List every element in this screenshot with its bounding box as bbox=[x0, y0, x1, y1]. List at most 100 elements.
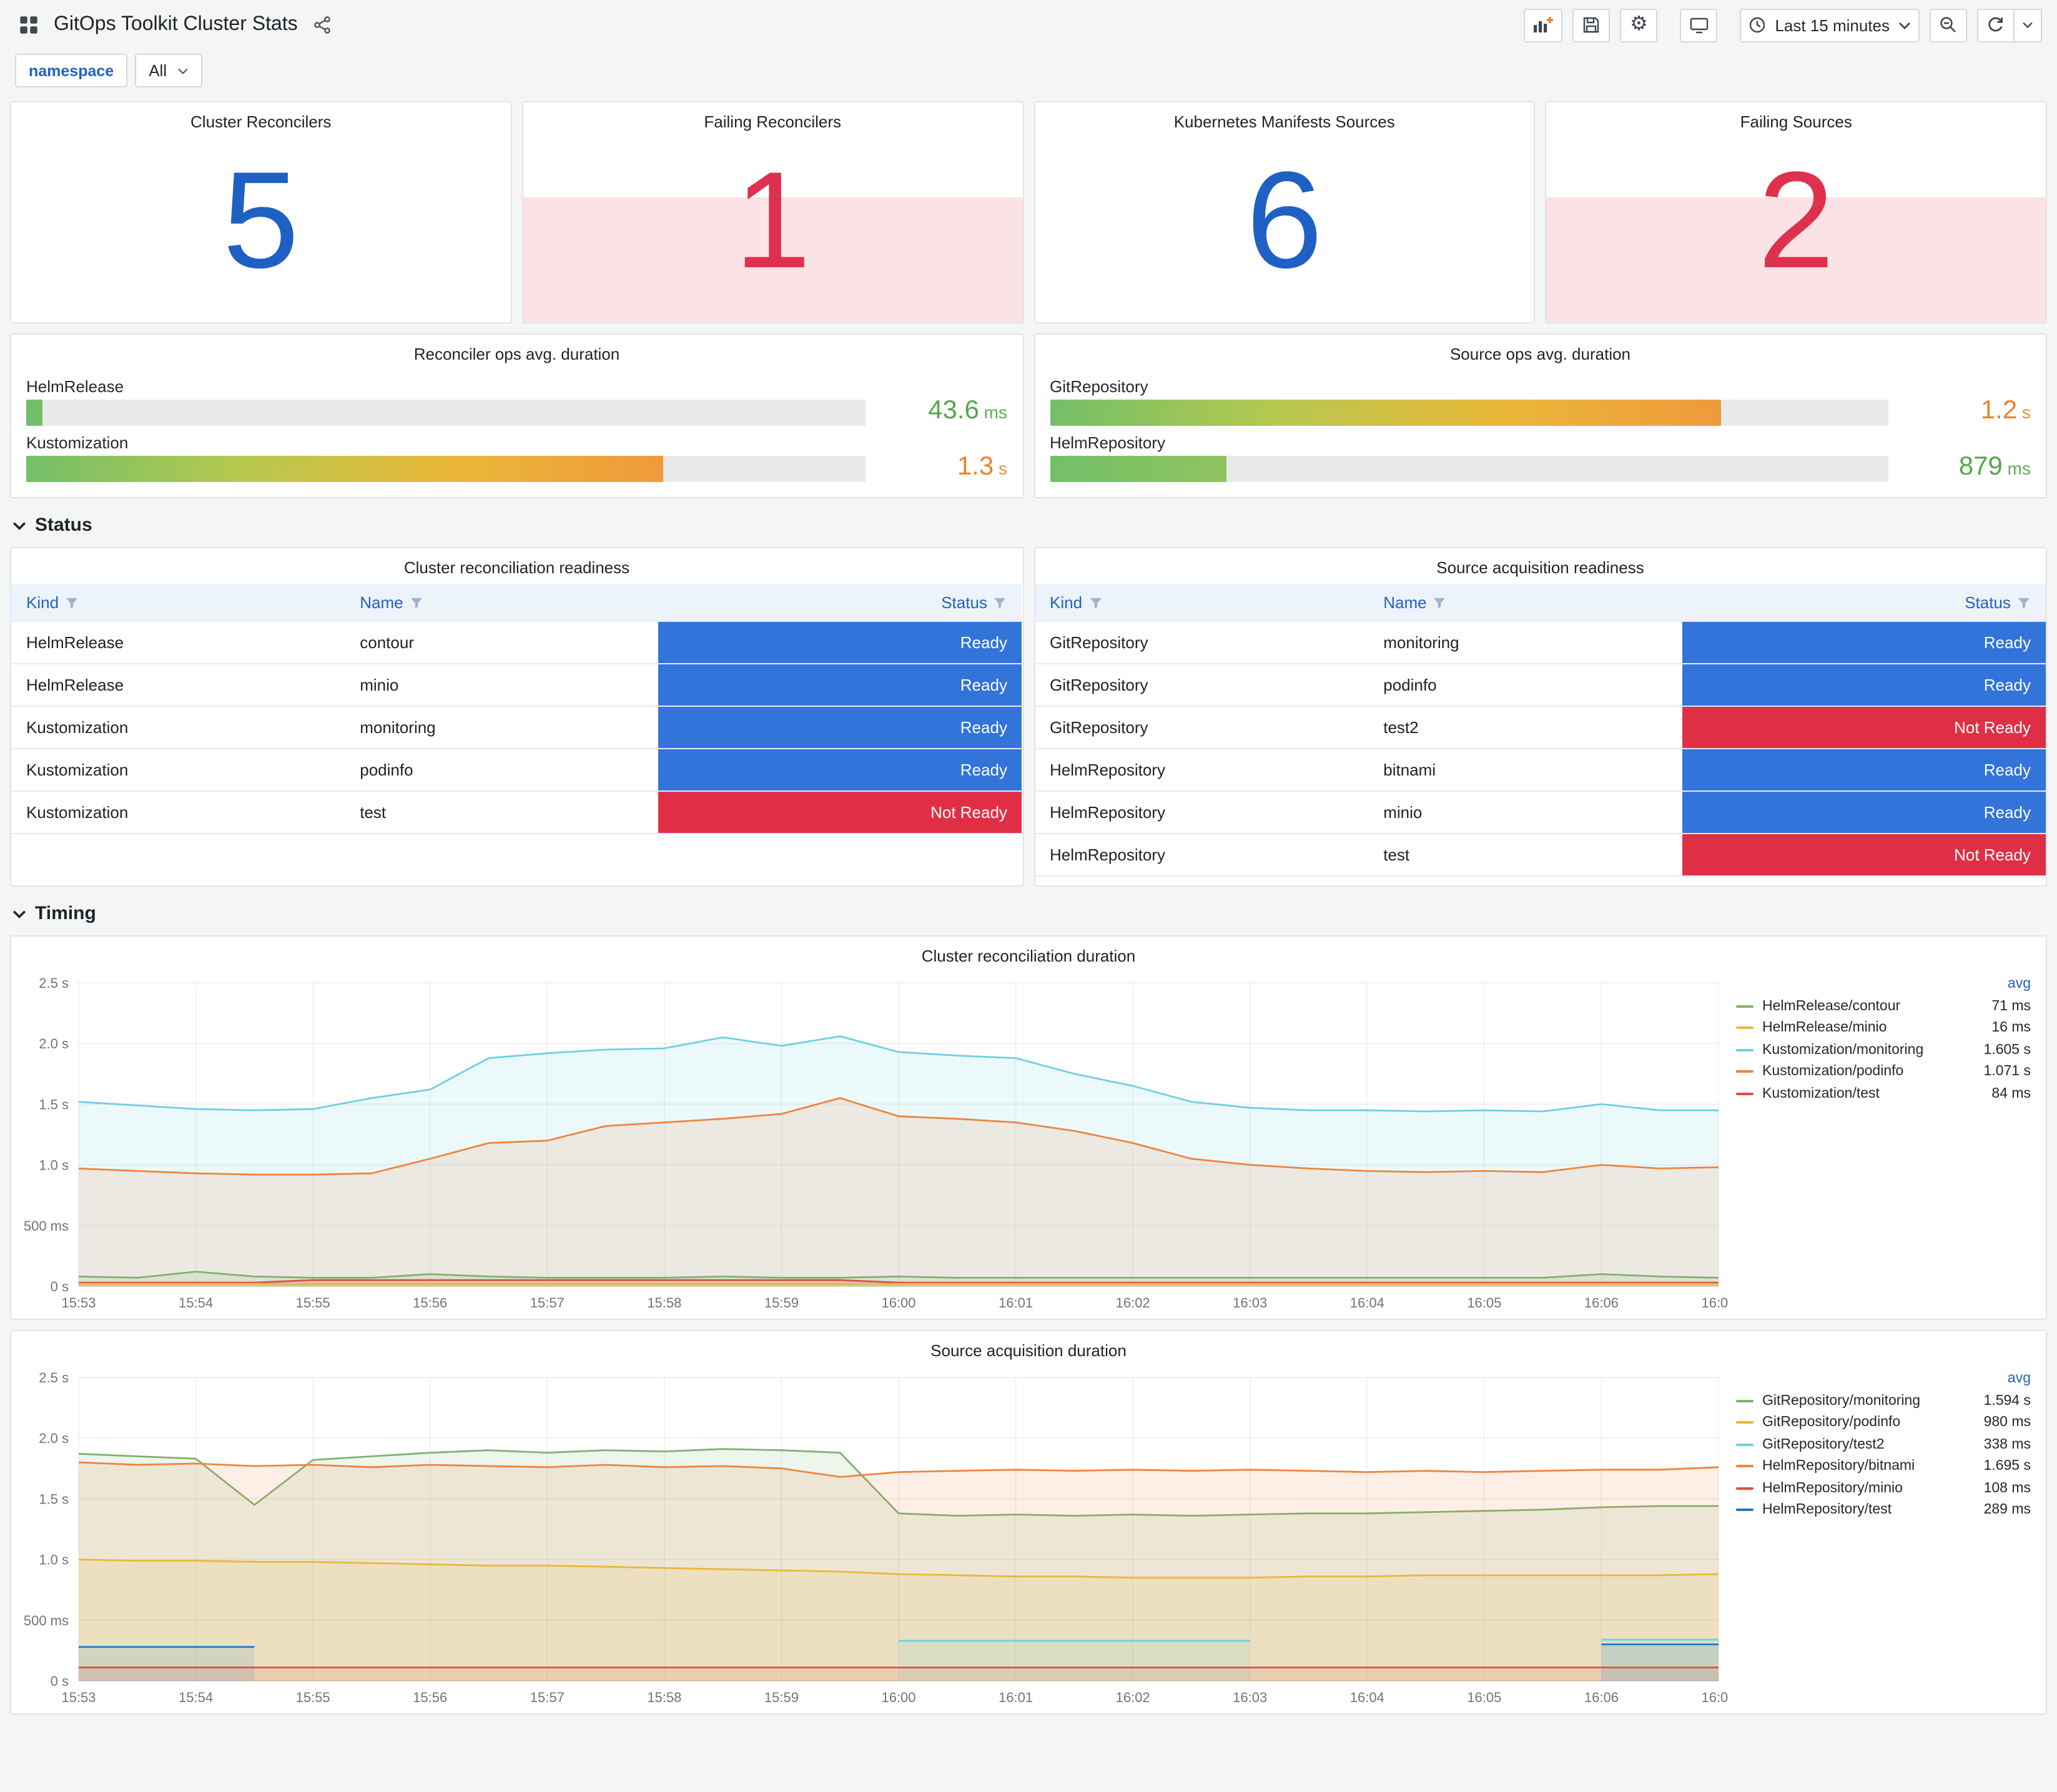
variable-namespace-label[interactable]: namespace bbox=[15, 54, 128, 87]
section-title: Timing bbox=[35, 903, 96, 924]
legend-item[interactable]: Kustomization/test 84 ms bbox=[1736, 1083, 2031, 1105]
cell-kind: GitRepository bbox=[1050, 633, 1148, 652]
gauge-bar-label: HelmRepository bbox=[1050, 433, 1165, 452]
column-header-label: Name bbox=[360, 593, 403, 612]
legend-series-color bbox=[1736, 1443, 1754, 1446]
legend-item[interactable]: HelmRepository/bitnami 1.695 s bbox=[1736, 1455, 2031, 1477]
svg-text:15:59: 15:59 bbox=[764, 1295, 799, 1311]
table-panel-0: Cluster reconciliation readiness Kind Name… bbox=[10, 547, 1024, 887]
refresh-interval-dropdown[interactable] bbox=[2015, 8, 2042, 42]
panel-title[interactable]: Source ops avg. duration bbox=[1035, 335, 2046, 368]
table-row: GitRepository monitoring Ready bbox=[1035, 622, 2046, 664]
column-header-label: Name bbox=[1383, 593, 1427, 612]
section-row-status[interactable]: Status bbox=[12, 514, 2045, 536]
gauge-value-number: 1.2 bbox=[1980, 396, 2018, 425]
save-dashboard-button[interactable] bbox=[1572, 8, 1611, 42]
share-icon[interactable] bbox=[309, 11, 337, 39]
chart-panel-1: Source acquisition duration 15:53 15:54 15:… bbox=[10, 1330, 2047, 1715]
svg-text:2.5 s: 2.5 s bbox=[39, 975, 69, 991]
apps-grid-icon[interactable] bbox=[15, 11, 42, 39]
cell-status: Ready bbox=[658, 664, 1022, 706]
filter-funnel-icon bbox=[2018, 597, 2030, 608]
panel-title[interactable]: Cluster reconciliation readiness bbox=[11, 548, 1022, 582]
legend-item[interactable]: HelmRelease/contour 71 ms bbox=[1736, 995, 2031, 1017]
navbar-left: GitOps Toolkit Cluster Stats bbox=[15, 11, 337, 39]
dashboard-settings-button[interactable]: ⚙ bbox=[1620, 8, 1658, 42]
legend-series-avg: 84 ms bbox=[1991, 1086, 2031, 1101]
svg-text:1.0 s: 1.0 s bbox=[39, 1158, 69, 1173]
panel-title[interactable]: Cluster reconciliation duration bbox=[11, 937, 2046, 970]
gauge-bar-label: GitRepository bbox=[1050, 377, 1148, 396]
column-header-kind[interactable]: Kind bbox=[1035, 584, 1369, 621]
column-header-status[interactable]: Status bbox=[1682, 584, 2046, 621]
svg-text:16:02: 16:02 bbox=[1116, 1690, 1150, 1705]
column-header-status[interactable]: Status bbox=[658, 584, 1022, 621]
column-header-label: Status bbox=[1965, 593, 2011, 612]
legend-item[interactable]: Kustomization/monitoring 1.605 s bbox=[1736, 1039, 2031, 1061]
svg-text:0 s: 0 s bbox=[51, 1673, 69, 1689]
column-header-name[interactable]: Name bbox=[345, 584, 659, 621]
variable-namespace-picker[interactable]: All bbox=[135, 54, 202, 87]
svg-text:16:07: 16:07 bbox=[1701, 1295, 1729, 1311]
column-header-name[interactable]: Name bbox=[1368, 584, 1682, 621]
chevron-down-icon bbox=[12, 521, 26, 529]
svg-text:2.5 s: 2.5 s bbox=[39, 1370, 69, 1386]
stat-panel-1: Failing Reconcilers 1 bbox=[521, 101, 1024, 323]
svg-text:16:01: 16:01 bbox=[999, 1690, 1033, 1705]
legend-series-name: HelmRepository/bitnami bbox=[1762, 1459, 1915, 1474]
cycle-view-button[interactable] bbox=[1680, 8, 1718, 42]
svg-text:500 ms: 500 ms bbox=[24, 1613, 69, 1628]
table-header-row: Kind Name Status bbox=[1035, 584, 2046, 622]
legend-series-avg: 1.695 s bbox=[1983, 1459, 2031, 1474]
cell-name: minio bbox=[1383, 803, 1423, 822]
column-header-kind[interactable]: Kind bbox=[11, 584, 345, 621]
add-panel-button[interactable] bbox=[1524, 8, 1563, 42]
cell-kind: HelmRelease bbox=[26, 633, 124, 652]
svg-text:1.0 s: 1.0 s bbox=[39, 1552, 69, 1568]
section-row-timing[interactable]: Timing bbox=[12, 903, 2045, 924]
svg-text:16:03: 16:03 bbox=[1233, 1690, 1267, 1705]
gauge-value: 1.3 s bbox=[882, 453, 1007, 482]
gauge-row: GitRepository 1.2 s bbox=[1050, 377, 2031, 426]
svg-text:15:57: 15:57 bbox=[530, 1690, 565, 1705]
timeseries-plot[interactable]: 15:53 15:54 15:55 15:56 15:57 15:58 15:59 16:00… bbox=[14, 970, 1729, 1316]
timeseries-canvas: 15:53 15:54 15:55 15:56 15:57 15:58 15:59 16:00… bbox=[24, 1370, 1729, 1705]
svg-text:16:00: 16:00 bbox=[881, 1295, 915, 1311]
time-picker-button[interactable]: Last 15 minutes bbox=[1740, 8, 1920, 42]
panel-title[interactable]: Cluster Reconcilers bbox=[11, 102, 511, 136]
cell-kind: Kustomization bbox=[26, 803, 129, 822]
legend-item[interactable]: GitRepository/monitoring 1.594 s bbox=[1736, 1390, 2031, 1412]
legend-item[interactable]: GitRepository/podinfo 980 ms bbox=[1736, 1412, 2031, 1434]
panel-title[interactable]: Failing Sources bbox=[1547, 102, 2046, 136]
legend-series-name: HelmRepository/minio bbox=[1762, 1480, 1903, 1496]
legend-series-name: HelmRelease/minio bbox=[1762, 1020, 1887, 1036]
legend-item[interactable]: HelmRelease/minio 16 ms bbox=[1736, 1017, 2031, 1039]
legend-series-name: GitRepository/test2 bbox=[1762, 1437, 1885, 1452]
legend-item[interactable]: HelmRepository/test 289 ms bbox=[1736, 1499, 2031, 1521]
cell-kind: HelmRepository bbox=[1050, 761, 1165, 779]
panel-title[interactable]: Kubernetes Manifests Sources bbox=[1035, 102, 1534, 136]
cell-name: test bbox=[360, 803, 387, 822]
panel-title[interactable]: Reconciler ops avg. duration bbox=[11, 335, 1022, 368]
legend-item[interactable]: Kustomization/podinfo 1.071 s bbox=[1736, 1061, 2031, 1083]
chart-content: 15:53 15:54 15:55 15:56 15:57 15:58 15:59 16:00… bbox=[11, 970, 2046, 1319]
cell-kind: HelmRepository bbox=[1050, 803, 1165, 822]
panel-title[interactable]: Failing Reconcilers bbox=[523, 102, 1023, 136]
legend-item[interactable]: GitRepository/test2 338 ms bbox=[1736, 1434, 2031, 1455]
legend-series-avg: 289 ms bbox=[1983, 1502, 2031, 1518]
chart-legend: avg HelmRelease/contour 71 ms HelmRelease/m… bbox=[1729, 970, 2043, 1316]
svg-text:16:04: 16:04 bbox=[1350, 1295, 1384, 1311]
stat-panel-0: Cluster Reconcilers 5 bbox=[10, 101, 512, 323]
legend-series-color bbox=[1736, 1092, 1754, 1095]
panel-title[interactable]: Source acquisition readiness bbox=[1035, 548, 2046, 582]
svg-text:16:00: 16:00 bbox=[881, 1690, 915, 1705]
timeseries-plot[interactable]: 15:53 15:54 15:55 15:56 15:57 15:58 15:59 16:00… bbox=[14, 1365, 1729, 1711]
panel-title[interactable]: Source acquisition duration bbox=[11, 1331, 2046, 1365]
refresh-button[interactable] bbox=[1977, 8, 2015, 42]
svg-text:15:54: 15:54 bbox=[179, 1690, 213, 1705]
gauge-value-unit: ms bbox=[2002, 458, 2031, 478]
cell-status: Not Ready bbox=[1682, 707, 2046, 748]
legend-item[interactable]: HelmRepository/minio 108 ms bbox=[1736, 1477, 2031, 1499]
zoom-out-button[interactable] bbox=[1930, 8, 1967, 42]
cell-name: monitoring bbox=[1383, 633, 1459, 652]
